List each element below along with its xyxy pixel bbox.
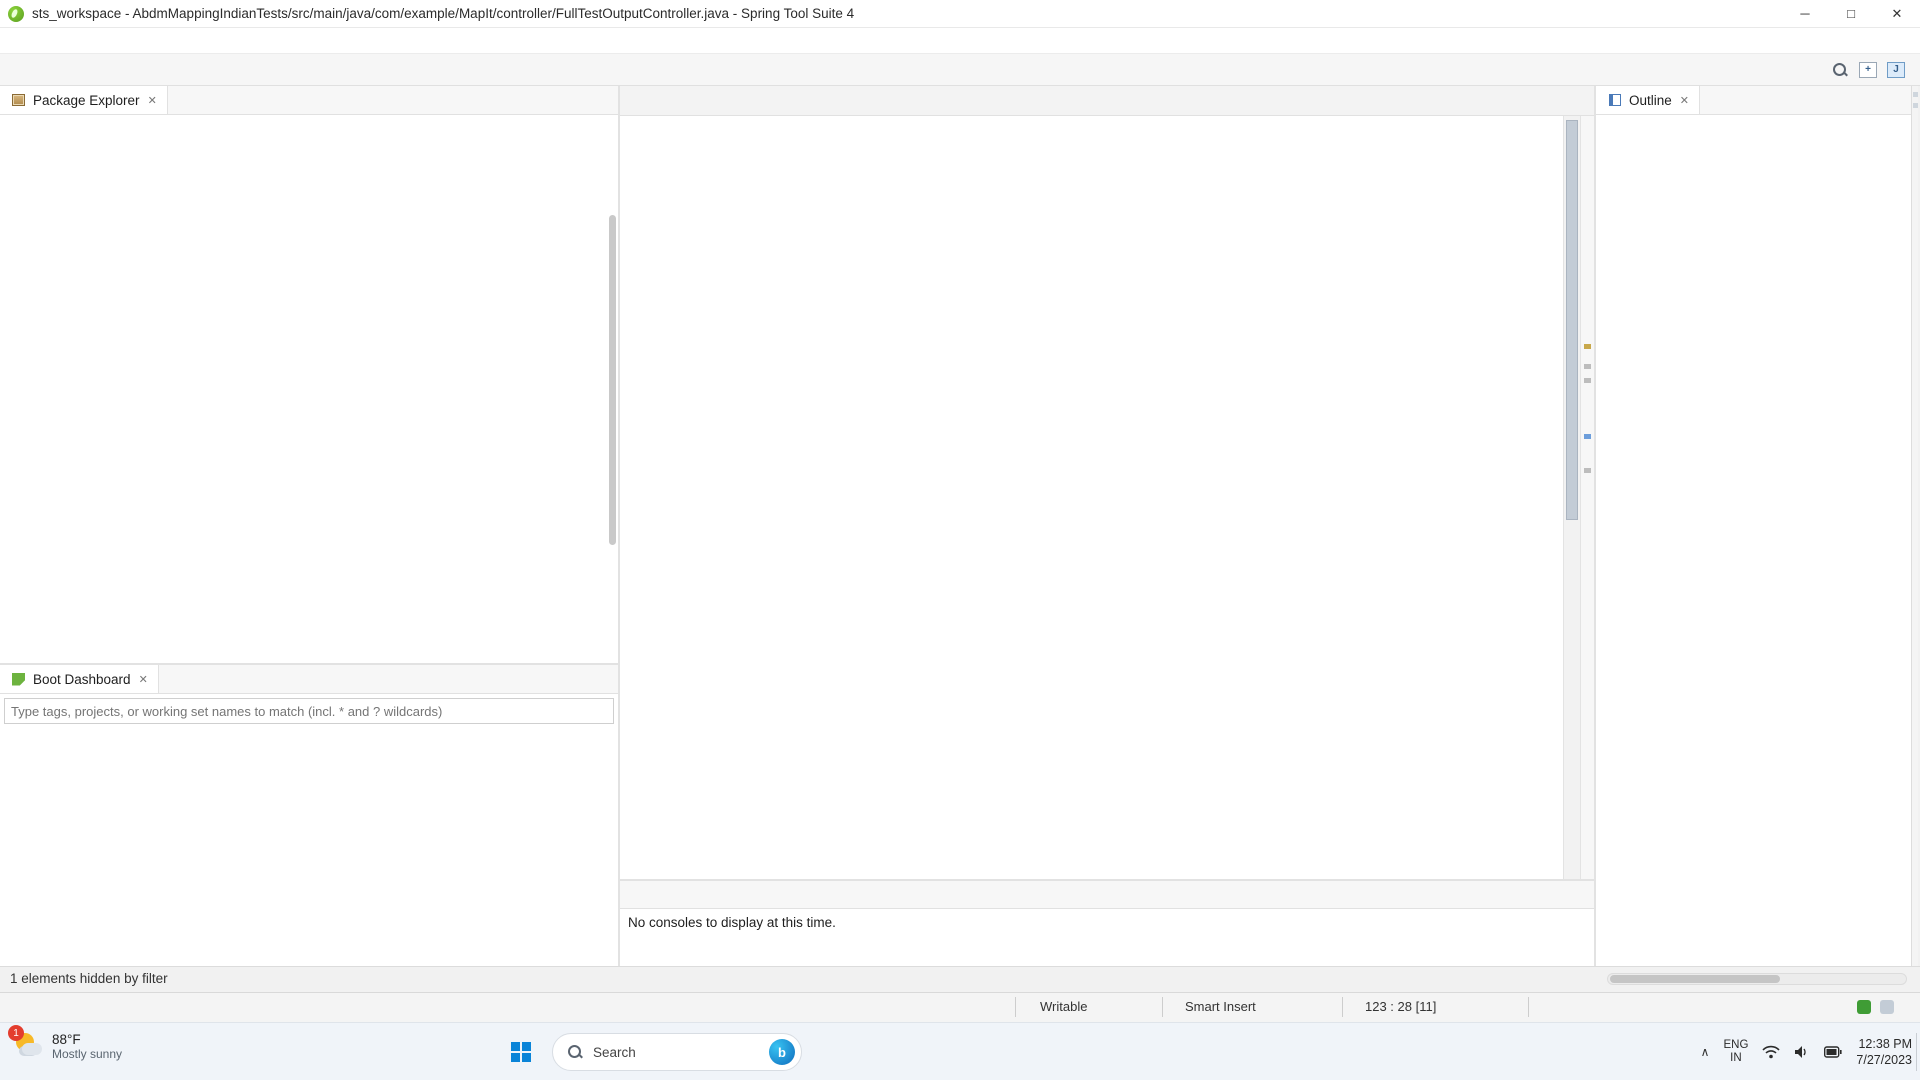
start-button[interactable] [505,1036,537,1068]
editor-vertical-scrollbar[interactable] [1563,116,1580,879]
writable-status: Writable [1040,999,1088,1014]
overview-mark[interactable] [1584,468,1591,473]
weather-icon: 1 [8,1025,44,1061]
search-label: Search [593,1044,636,1060]
boot-dashboard-icon [10,671,27,687]
wifi-icon[interactable] [1762,1045,1780,1059]
taskbar: 1 88°F Mostly sunny Search b ∧ ENG IN 12… [0,1022,1920,1080]
insert-mode-status: Smart Insert [1185,999,1256,1014]
close-icon[interactable]: ✕ [1680,94,1689,107]
tab-boot-dashboard[interactable]: Boot Dashboard ✕ [0,665,159,693]
outline-tree [1596,115,1911,992]
editor-overview-ruler[interactable] [1580,116,1594,879]
sts-logo-icon [8,5,24,22]
weather-widget[interactable]: 1 88°F Mostly sunny [8,1025,123,1061]
package-explorer-icon [10,92,27,108]
language-indicator[interactable]: ENG IN [1723,1039,1748,1065]
status-bar: Writable Smart Insert 123 : 28 [11] [0,992,1920,1022]
open-perspective-icon[interactable]: + [1856,57,1880,83]
bottom-trim: 1 elements hidden by filter [0,966,1920,992]
package-explorer-scrollbar[interactable] [609,215,616,545]
overview-mark[interactable] [1584,344,1591,349]
close-icon[interactable]: ✕ [148,94,157,107]
status-green-icon[interactable] [1857,1000,1871,1014]
maximize-window-button[interactable]: □ [1828,0,1874,28]
close-icon[interactable]: ✕ [139,673,148,686]
volume-icon[interactable] [1794,1045,1810,1059]
show-desktop-button[interactable] [1916,1033,1920,1071]
system-tray: ∧ ENG IN 12:38 PM 7/27/2023 [1701,1023,1912,1080]
taskbar-search[interactable]: Search b [552,1033,802,1071]
title-bar: sts_workspace - AbdmMappingIndianTests/s… [0,0,1920,28]
tab-package-explorer[interactable]: Package Explorer ✕ [0,86,168,114]
outline-icon [1606,92,1623,108]
battery-icon[interactable] [1824,1046,1842,1058]
boot-filter-input[interactable] [5,703,613,719]
menu-bar [0,28,1920,54]
status-gray-icon[interactable] [1880,1000,1894,1014]
tab-outline[interactable]: Outline ✕ [1596,86,1700,114]
minimized-trim-bar[interactable] [1911,86,1918,992]
main-toolbar: + J [0,54,1920,86]
overview-mark[interactable] [1584,434,1591,439]
package-explorer-header: Package Explorer ✕ [0,86,618,115]
boot-dashboard-tree [0,726,618,966]
cursor-position-status: 123 : 28 [11] [1365,999,1437,1014]
code-editor[interactable] [620,116,1563,879]
clock[interactable]: 12:38 PM 7/27/2023 [1856,1036,1912,1069]
console-tab-bar [620,881,1594,909]
outline-title: Outline [1629,92,1672,108]
editor-tab-bar [620,86,1594,116]
weather-desc: Mostly sunny [52,1046,123,1061]
boot-dashboard-header: Boot Dashboard ✕ [0,665,618,694]
console-message: No consoles to display at this time. [628,915,836,930]
java-perspective-icon[interactable]: J [1884,57,1908,83]
outline-header: Outline ✕ [1596,86,1911,115]
filter-status-text: 1 elements hidden by filter [10,971,168,986]
bing-icon: b [769,1039,795,1065]
package-explorer-title: Package Explorer [33,92,140,108]
minimize-window-button[interactable]: ─ [1782,0,1828,28]
weather-temp: 88°F [52,1031,81,1047]
window-title: sts_workspace - AbdmMappingIndianTests/s… [32,6,855,21]
package-explorer-tree [0,115,618,663]
windows-logo-icon [511,1042,531,1062]
search-icon [567,1044,583,1060]
notification-badge: 1 [8,1025,24,1041]
close-window-button[interactable]: ✕ [1874,0,1920,28]
tray-chevron-up-icon[interactable]: ∧ [1701,1045,1710,1059]
boot-filter-field [4,698,614,724]
outline-horizontal-scrollbar[interactable] [1607,973,1907,985]
overview-mark[interactable] [1584,364,1591,369]
overview-mark[interactable] [1584,378,1591,383]
boot-dashboard-title: Boot Dashboard [33,671,131,687]
search-icon[interactable] [1828,57,1852,83]
